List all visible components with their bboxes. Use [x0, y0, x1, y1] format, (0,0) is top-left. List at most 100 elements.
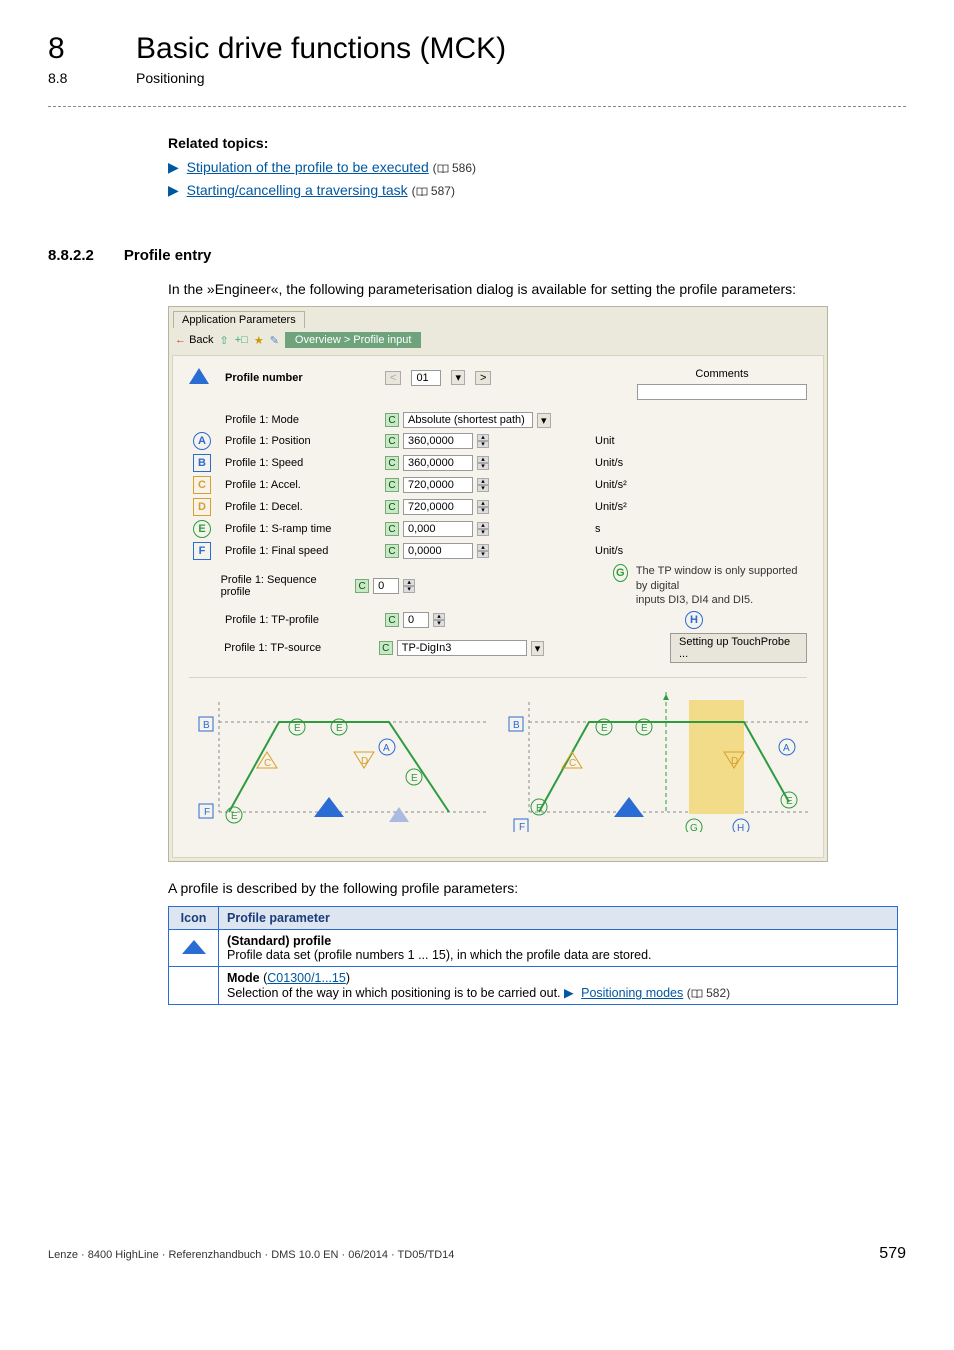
nav-add-icon[interactable]: +□: [235, 334, 248, 346]
param-input[interactable]: [403, 612, 429, 628]
c-badge-icon[interactable]: C: [385, 413, 399, 427]
row-icon-cell: F: [189, 542, 215, 560]
breadcrumb: Overview > Profile input: [285, 332, 421, 348]
book-icon: [691, 989, 703, 999]
param-label: Profile 1: Position: [225, 435, 375, 447]
param-unit: Unit/s²: [595, 479, 645, 491]
param-input[interactable]: [403, 455, 473, 471]
param-input[interactable]: [403, 499, 473, 515]
svg-text:D: D: [361, 756, 368, 767]
c-badge-icon[interactable]: C: [385, 500, 399, 514]
row-icon-cell: B: [189, 454, 215, 472]
param-label: Profile 1: Final speed: [225, 545, 375, 557]
spinner-down-icon[interactable]: ▾: [477, 485, 489, 492]
profile-triangle-icon: [182, 940, 206, 954]
value-cell: C ▴▾: [385, 499, 585, 515]
nav-up-icon[interactable]: ⇧: [220, 334, 229, 347]
param-input[interactable]: [403, 521, 473, 537]
c-badge-icon[interactable]: C: [385, 478, 399, 492]
spinner-down-icon[interactable]: ▾: [477, 551, 489, 558]
section-number: 8.8: [48, 70, 88, 86]
svg-text:C: C: [264, 758, 271, 769]
dialog-tab-application-parameters[interactable]: Application Parameters: [173, 311, 305, 328]
c-badge-icon[interactable]: C: [385, 522, 399, 536]
positioning-modes-link[interactable]: Positioning modes: [581, 986, 683, 1000]
back-button[interactable]: ← Back: [175, 334, 214, 346]
separator-line: [48, 106, 906, 107]
param-label: Profile 1: Mode: [225, 414, 375, 426]
spinner-up-icon[interactable]: ▴: [403, 579, 415, 586]
param-input[interactable]: [403, 477, 473, 493]
nav-edit-icon[interactable]: ✎: [270, 334, 279, 347]
page-ref: ( 587): [412, 184, 455, 198]
dialog-param-row: Profile 1: TP-profile C ▴▾ H: [189, 611, 807, 629]
spinner-up-icon[interactable]: ▴: [477, 456, 489, 463]
svg-text:E: E: [411, 773, 418, 784]
dialog-param-row: DProfile 1: Decel.C▴▾Unit/s²: [189, 498, 807, 516]
param-label: Profile 1: Speed: [225, 457, 375, 469]
nav-favorite-icon[interactable]: ★: [254, 334, 264, 347]
spinner-down-icon[interactable]: ▾: [477, 463, 489, 470]
param-unit: Unit: [595, 435, 645, 447]
spinner-up-icon[interactable]: ▴: [477, 478, 489, 485]
intro-paragraph: In the »Engineer«, the following paramet…: [168, 278, 906, 300]
dropdown-icon[interactable]: ▾: [531, 641, 545, 656]
c-badge-icon[interactable]: C: [385, 544, 399, 558]
arrow-icon: ▶: [168, 159, 179, 175]
profile-prev-button[interactable]: <: [385, 371, 401, 385]
c-badge-icon[interactable]: C: [385, 456, 399, 470]
param-label: Profile 1: Sequence profile: [221, 574, 346, 598]
setup-touchprobe-button[interactable]: Setting up TouchProbe ...: [670, 633, 807, 663]
comments-label: Comments: [637, 368, 807, 380]
value-cell: C ▴▾: [385, 521, 585, 537]
spinner-down-icon[interactable]: ▾: [433, 620, 445, 627]
c-badge-icon[interactable]: C: [355, 579, 369, 593]
param-input[interactable]: [397, 640, 527, 656]
param-unit: Unit/s: [595, 457, 645, 469]
svg-text:G: G: [690, 823, 698, 832]
spinner-down-icon[interactable]: ▾: [403, 586, 415, 593]
spinner-up-icon[interactable]: ▴: [433, 613, 445, 620]
related-link-starting[interactable]: Starting/cancelling a traversing task: [187, 182, 408, 198]
svg-text:E: E: [786, 796, 793, 807]
letter-E-icon: E: [193, 520, 211, 538]
param-input[interactable]: [403, 412, 533, 428]
profile-dropdown-icon[interactable]: ▾: [451, 370, 465, 385]
comments-input[interactable]: [637, 384, 807, 400]
dropdown-icon[interactable]: ▾: [537, 413, 551, 428]
spinner-up-icon[interactable]: ▴: [477, 500, 489, 507]
spinner-up-icon[interactable]: ▴: [477, 544, 489, 551]
dialog-param-row: B Profile 1: Speed C ▴▾ Unit/s: [189, 454, 807, 472]
page-number: 579: [879, 1245, 906, 1263]
spinner-up-icon[interactable]: ▴: [477, 522, 489, 529]
arrow-icon: ▶: [168, 182, 179, 198]
table-head-param: Profile parameter: [219, 907, 898, 930]
code-link-c01300[interactable]: C01300/1...15: [267, 971, 346, 985]
dialog-param-row: AProfile 1: PositionC▴▾Unit: [189, 432, 807, 450]
related-link-stipulation[interactable]: Stipulation of the profile to be execute…: [187, 159, 429, 175]
spinner-up-icon[interactable]: ▴: [477, 434, 489, 441]
c-badge-icon[interactable]: C: [385, 434, 399, 448]
spinner-down-icon[interactable]: ▾: [477, 529, 489, 536]
spinner-down-icon[interactable]: ▾: [477, 441, 489, 448]
profile-parameter-table: Icon Profile parameter (Standard) profil…: [168, 906, 898, 1005]
c-badge-icon[interactable]: C: [379, 641, 393, 655]
param-input[interactable]: [403, 433, 473, 449]
param-label: Profile 1: Accel.: [225, 479, 375, 491]
profile-number-input[interactable]: [411, 370, 441, 386]
letter-G-icon: G: [613, 564, 628, 582]
profile-next-button[interactable]: >: [475, 371, 491, 385]
c-badge-icon[interactable]: C: [385, 613, 399, 627]
param-input[interactable]: [373, 578, 399, 594]
section-title: Positioning: [136, 70, 205, 86]
row-icon-cell: D: [189, 498, 215, 516]
svg-text:C: C: [569, 758, 576, 769]
profile-triangle-icon: [189, 368, 209, 384]
param-input[interactable]: [403, 543, 473, 559]
value-cell: C▾: [379, 640, 572, 656]
subsection-number: 8.8.2.2: [48, 247, 94, 264]
spinner-down-icon[interactable]: ▾: [477, 507, 489, 514]
chapter-number: 8: [48, 32, 88, 66]
letter-H-icon: H: [685, 611, 703, 629]
param-label: Profile 1: TP-profile: [225, 614, 375, 626]
